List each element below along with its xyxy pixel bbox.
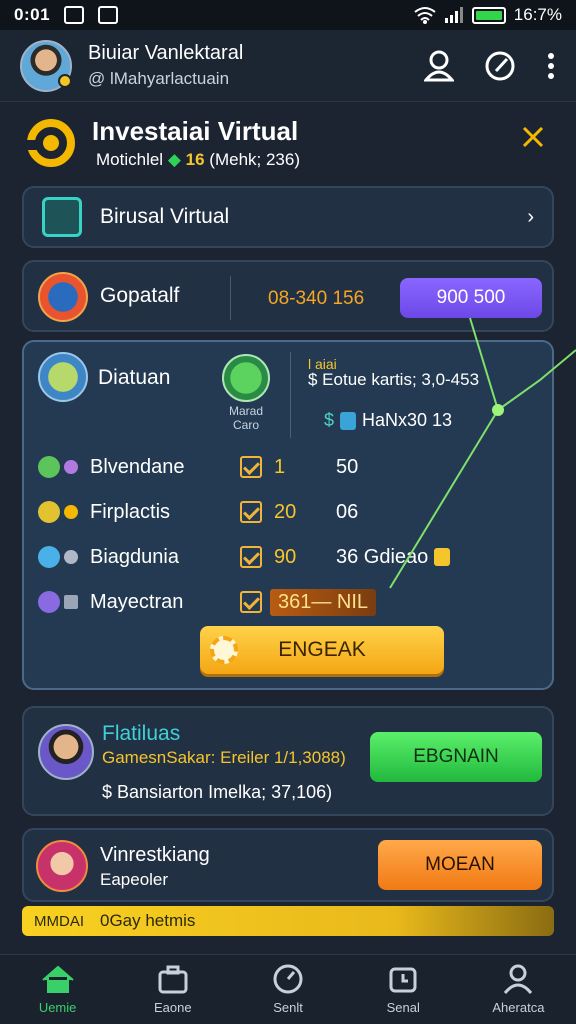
nav-item-account[interactable]: Aheratca xyxy=(461,955,576,1024)
bottom-nav: Uemie Eaone Senlt Senal Aheratca xyxy=(0,954,576,1024)
page-subtitle: Motichlel ◆ 16 (Mehk; 236) xyxy=(96,150,300,169)
tag-icon xyxy=(340,412,357,431)
checkbox[interactable] xyxy=(240,591,262,613)
sun-icon xyxy=(210,636,238,664)
invest-subtitle: Eapeoler xyxy=(100,870,169,889)
nav-item-schedule[interactable]: Senal xyxy=(346,955,461,1024)
virtual-label: Birusal Virtual xyxy=(100,205,230,228)
profile-subtitle: GamesnSakar: Ereiler 1/1,3088) xyxy=(102,748,346,767)
account-icon xyxy=(504,964,533,994)
page-title: Investaiai Virtual xyxy=(92,116,299,146)
list-item[interactable]: Mayectran 361— NIL xyxy=(38,587,538,617)
leaf-icon xyxy=(38,456,60,478)
engage-button[interactable]: ENGEAK xyxy=(200,626,444,674)
chevron-right-icon: › xyxy=(527,205,534,228)
stats-panel: Diatuan Marad Caro l aiai $ Eotue kartis… xyxy=(22,340,554,690)
user-name: Biuiar Vanlektaral xyxy=(88,42,244,64)
home-icon xyxy=(41,965,74,993)
battery-percent: 16:7% xyxy=(513,5,562,24)
list-item[interactable]: Firplactis 20 06 xyxy=(38,497,538,527)
checkbox[interactable] xyxy=(240,501,262,523)
gem-icon: ◆ xyxy=(167,150,181,169)
profile-card: Flatiluas GamesnSakar: Ereiler 1/1,3088)… xyxy=(22,706,554,816)
app-header: Biuiar Vanlektaral @ lMahyarlactuain xyxy=(0,30,576,102)
notification-icon xyxy=(64,6,85,24)
wifi-icon xyxy=(414,7,436,24)
checkbox[interactable] xyxy=(240,456,262,478)
gauge-icon xyxy=(273,964,303,994)
invest-action-button[interactable]: MOEAN xyxy=(378,840,542,890)
invest-card: Vinrestkiang Eapeoler MOEAN xyxy=(22,828,554,902)
invest-avatar[interactable] xyxy=(36,840,88,892)
close-icon[interactable] xyxy=(522,126,544,148)
orb-icon xyxy=(38,591,60,613)
list-item[interactable]: Blvendane 1 50 xyxy=(38,452,538,482)
profile-action-button[interactable]: EBGNAIN xyxy=(370,732,542,782)
signal-icon xyxy=(444,7,463,23)
profile-avatar[interactable] xyxy=(38,724,94,780)
virtual-icon xyxy=(42,197,82,237)
list-item[interactable]: Biagdunia 90 36 Gdieao xyxy=(38,542,538,572)
nav-item-home[interactable]: Uemie xyxy=(0,955,115,1024)
globe-icon xyxy=(222,354,270,402)
info-code-row: $ HaNx30 13 xyxy=(324,410,453,431)
title-section: Investaiai Virtual Motichlel ◆ 16 (Mehk;… xyxy=(22,112,554,182)
status-time: 0:01 xyxy=(14,5,51,24)
more-menu-icon[interactable] xyxy=(546,51,556,81)
capital-card: Gopatalf 08-340 156 900 500 xyxy=(22,260,554,332)
profile-detail: $ Bansiarton Imelka; 37,106) xyxy=(102,782,333,802)
map-icon xyxy=(38,352,88,402)
info-line: $ Eotue kartis; 3,0-453 xyxy=(308,370,480,389)
checkbox[interactable] xyxy=(240,546,262,568)
user-avatar[interactable] xyxy=(20,39,72,92)
brush-icon xyxy=(38,546,60,568)
briefcase-icon xyxy=(158,965,188,994)
profile-title: Flatiluas xyxy=(102,722,181,745)
capital-value: 08-340 156 xyxy=(268,288,365,309)
cast-icon xyxy=(98,6,119,24)
wallet-icon xyxy=(38,272,88,322)
clock-icon xyxy=(389,967,417,993)
nav-item-stats[interactable]: Senlt xyxy=(230,955,345,1024)
battery-icon xyxy=(471,6,506,24)
user-handle: @ lMahyarlactuain xyxy=(88,69,230,88)
capital-label: Gopatalf xyxy=(100,284,180,307)
nav-item-briefcase[interactable]: Eaone xyxy=(115,955,230,1024)
invest-title: Vinrestkiang xyxy=(100,844,210,866)
globe-caption: Marad Caro xyxy=(228,404,263,432)
virtual-row[interactable]: Birusal Virtual › xyxy=(22,186,554,248)
badge-icon xyxy=(434,548,451,566)
status-bar: 0:01 16:7% xyxy=(0,0,576,30)
profile-icon[interactable] xyxy=(424,50,454,82)
edit-icon[interactable] xyxy=(484,50,516,82)
banner-left: MMDAI xyxy=(34,912,84,930)
pencil-icon xyxy=(38,501,60,523)
promo-banner[interactable]: MMDAI 0Gay hetmis xyxy=(22,906,554,936)
app-logo-icon xyxy=(26,119,75,167)
banner-right: 0Gay hetmis xyxy=(100,911,196,930)
capital-pill-button[interactable]: 900 500 xyxy=(400,278,542,318)
panel-label: Diatuan xyxy=(98,366,171,389)
